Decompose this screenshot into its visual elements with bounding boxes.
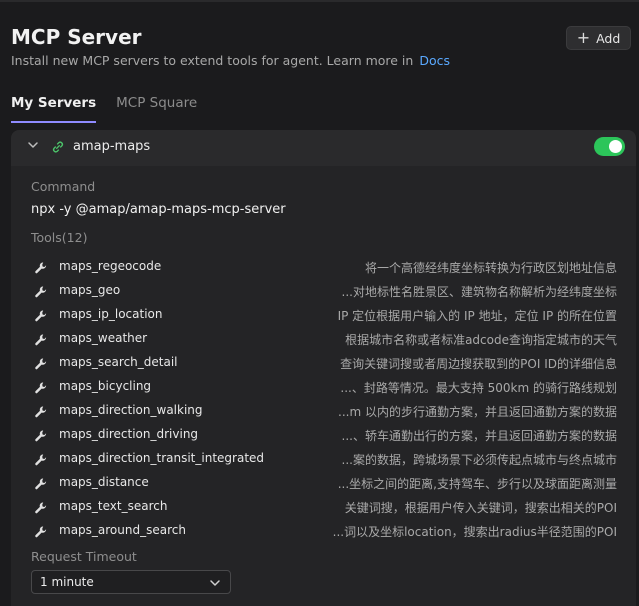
wrench-icon: [34, 500, 48, 514]
wrench-icon: [34, 428, 48, 442]
tool-row: maps_text_search 关键词搜，根据用户传入关键词，搜索出相关的POI: [31, 497, 617, 517]
tool-name: maps_direction_driving: [59, 427, 199, 441]
wrench-icon: [34, 404, 48, 418]
tool-name: maps_geo: [59, 283, 121, 297]
request-timeout-value: 1 minute: [40, 575, 94, 589]
wrench-icon: [34, 284, 48, 298]
tool-row: maps_ip_location IP 定位根据用户输入的 IP 地址，定位 IP…: [31, 305, 617, 325]
tool-row: maps_search_detail 查询关键词搜或者周边搜获取到的POI ID的…: [31, 353, 617, 373]
server-enabled-toggle[interactable]: [594, 137, 625, 156]
tool-name: maps_ip_location: [59, 307, 163, 321]
plus-icon: +: [576, 28, 591, 47]
tool-name: maps_direction_transit_integrated: [59, 451, 265, 465]
tool-name: maps_distance: [59, 475, 149, 489]
tool-description: 将一个高德经纬度坐标转换为行政区划地址信息: [364, 261, 617, 275]
tool-description: IP 定位根据用户输入的 IP 地址，定位 IP 的所在位置: [337, 309, 617, 323]
wrench-icon: [34, 356, 48, 370]
tool-name: maps_weather: [59, 331, 148, 345]
tool-name: maps_bicycling: [59, 379, 152, 393]
tool-description: 根据城市名称或者标准adcode查询指定城市的天气: [345, 333, 617, 347]
server-name: amap-maps: [73, 139, 151, 154]
tool-row: maps_direction_transit_integrated ...案的数据…: [31, 449, 617, 469]
tool-row: maps_bicycling ...、封路等情况。最大支持 500km 的骑行路线…: [31, 377, 617, 397]
tool-description: ...坐标之间的距离,支持驾车、步行以及球面距离测量: [337, 477, 617, 491]
subtitle-text: Install new MCP servers to extend tools …: [11, 53, 414, 68]
tool-description: ...对地标性名胜景区、建筑物名称解析为经纬度坐标: [341, 285, 617, 299]
tool-row: maps_around_search ...词以及坐标location，搜索出ra…: [31, 521, 617, 541]
server-header[interactable]: amap-maps: [11, 130, 636, 166]
tool-row: maps_distance ...坐标之间的距离,支持驾车、步行以及球面距离测量: [31, 473, 617, 493]
tool-row: maps_regeocode 将一个高德经纬度坐标转换为行政区划地址信息: [31, 257, 617, 277]
wrench-icon: [34, 332, 48, 346]
tool-description: ...词以及坐标location，搜索出radius半径范围的POI: [332, 525, 617, 539]
tool-description: ...、封路等情况。最大支持 500km 的骑行路线规划: [340, 381, 617, 395]
server-card: amap-maps Command npx -y @amap/amap-maps…: [11, 130, 636, 606]
add-server-button[interactable]: + Add: [566, 26, 631, 50]
chevron-down-icon: [210, 580, 220, 586]
command-label: Command: [31, 179, 96, 194]
window-top-edge: [0, 0, 639, 2]
tool-name: maps_direction_walking: [59, 403, 203, 417]
tab-my-servers[interactable]: My Servers: [11, 95, 97, 123]
wrench-icon: [34, 380, 48, 394]
tool-row: maps_direction_walking ...m 以内的步行通勤方案，并且返…: [31, 401, 617, 421]
wrench-icon: [34, 476, 48, 490]
tool-row: maps_weather 根据城市名称或者标准adcode查询指定城市的天气: [31, 329, 617, 349]
wrench-icon: [34, 524, 48, 538]
tool-description: ...、轿车通勤出行的方案，并且返回通勤方案的数据: [341, 429, 617, 443]
tool-name: maps_around_search: [59, 523, 186, 537]
wrench-icon: [34, 452, 48, 466]
tool-description: 关键词搜，根据用户传入关键词，搜索出相关的POI: [344, 501, 617, 515]
tool-description: ...案的数据，跨城场景下必须传起点城市与终点城市: [341, 453, 617, 467]
tool-name: maps_regeocode: [59, 259, 162, 273]
request-timeout-label: Request Timeout: [31, 549, 137, 564]
chevron-down-icon[interactable]: [27, 139, 39, 151]
tools-label: Tools(12): [31, 230, 88, 245]
command-value: npx -y @amap/amap-maps-mcp-server: [31, 202, 286, 217]
page-subtitle: Install new MCP servers to extend tools …: [11, 53, 450, 68]
tab-mcp-square[interactable]: MCP Square: [116, 95, 197, 123]
tool-name: maps_search_detail: [59, 355, 178, 369]
docs-link[interactable]: Docs: [419, 53, 450, 68]
page-title: MCP Server: [11, 25, 142, 49]
request-timeout-select[interactable]: 1 minute: [31, 570, 231, 594]
tool-row: maps_geo ...对地标性名胜景区、建筑物名称解析为经纬度坐标: [31, 281, 617, 301]
toggle-knob: [609, 140, 622, 153]
tool-description: 查询关键词搜或者周边搜获取到的POI ID的详细信息: [340, 357, 617, 371]
tool-name: maps_text_search: [59, 499, 168, 513]
tool-description: ...m 以内的步行通勤方案，并且返回通勤方案的数据: [338, 405, 617, 419]
add-button-label: Add: [596, 30, 621, 46]
tab-bar: My Servers MCP Square: [11, 95, 197, 123]
wrench-icon: [34, 308, 48, 322]
tool-row: maps_direction_driving ...、轿车通勤出行的方案，并且返回…: [31, 425, 617, 445]
wrench-icon: [34, 260, 48, 274]
link-icon: [52, 141, 64, 153]
